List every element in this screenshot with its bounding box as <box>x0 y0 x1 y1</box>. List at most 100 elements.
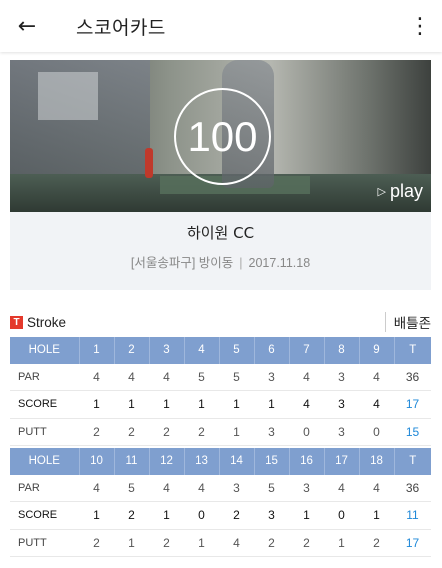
total-cell: 15 <box>394 418 431 446</box>
total-cell: 17 <box>394 390 431 419</box>
hole-cell: 4 <box>149 474 184 502</box>
hole-cell: 3 <box>219 474 254 502</box>
hole-cell: 0 <box>289 418 324 446</box>
row-label: PAR <box>10 474 79 502</box>
hole-cell: 4 <box>324 474 359 502</box>
course-name: 하이원 CC <box>186 224 255 242</box>
hole-cell: 2 <box>149 418 184 446</box>
par-row: PAR 4 4 4 5 5 3 4 3 4 36 <box>10 363 431 391</box>
hole-cell: 2 <box>289 529 324 557</box>
hole-cell: 0 <box>184 501 219 530</box>
hole-cell: 1 <box>184 390 219 419</box>
separator: | <box>239 256 243 270</box>
row-label: PAR <box>10 363 79 391</box>
hole-cell: 3 <box>289 474 324 502</box>
hole-cell: 1 <box>78 337 114 364</box>
hole-cell: 4 <box>149 363 184 391</box>
hole-cell: 4 <box>219 529 254 557</box>
hole-cell: 2 <box>184 418 219 446</box>
hole-cell: 4 <box>359 390 394 419</box>
score-row: SCORE 1 1 1 1 1 1 4 3 4 17 <box>10 390 431 419</box>
hole-cell: 1 <box>149 390 184 419</box>
row-label: HOLE <box>10 448 79 475</box>
hole-cell: 3 <box>324 390 359 419</box>
hole-cell: 2 <box>79 418 114 446</box>
hole-cell: 1 <box>149 501 184 530</box>
battle-zone-button[interactable]: 배틀존 <box>384 312 431 332</box>
hole-cell: 2 <box>254 529 289 557</box>
total-score-circle: 100 <box>174 88 271 185</box>
app-bar: ← 스코어카드 ⋮ <box>0 0 442 52</box>
total-cell: T <box>393 448 431 475</box>
hole-cell: 4 <box>79 363 114 391</box>
hole-cell: 1 <box>219 390 254 419</box>
hole-cell: 2 <box>149 529 184 557</box>
hole-cell: 2 <box>219 501 254 530</box>
hole-cell: 5 <box>218 337 254 364</box>
total-cell: T <box>393 337 431 364</box>
play-button[interactable]: ▷ play <box>378 181 424 202</box>
hole-cell: 16 <box>288 448 324 475</box>
hole-cell: 3 <box>324 418 359 446</box>
hole-cell: 5 <box>184 363 219 391</box>
hole-cell: 3 <box>254 363 289 391</box>
row-label: SCORE <box>10 390 79 419</box>
hole-header-row: HOLE 10 11 12 13 14 15 16 17 18 T <box>10 448 431 475</box>
scorecard-front-nine: HOLE 1 2 3 4 5 6 7 8 9 T PAR 4 4 4 5 5 3 4 3 4 36 SCORE 1 1 1 1 1… <box>10 337 431 446</box>
hole-cell: 4 <box>114 363 149 391</box>
hole-cell: 8 <box>323 337 359 364</box>
hole-cell: 2 <box>113 337 149 364</box>
hole-cell: 3 <box>254 501 289 530</box>
hole-cell: 5 <box>114 474 149 502</box>
hole-cell: 6 <box>253 337 289 364</box>
hole-cell: 0 <box>324 501 359 530</box>
row-label: PUTT <box>10 418 79 446</box>
hole-cell: 1 <box>289 501 324 530</box>
hole-cell: 3 <box>324 363 359 391</box>
hole-cell: 0 <box>359 418 394 446</box>
hole-cell: 18 <box>358 448 394 475</box>
score-mode-row: T Stroke 배틀존 <box>10 312 431 332</box>
play-icon: ▷ <box>377 186 386 198</box>
hole-cell: 15 <box>253 448 289 475</box>
putt-row: PUTT 2 1 2 1 4 2 2 1 2 17 <box>10 529 431 557</box>
putt-row: PUTT 2 2 2 2 1 3 0 3 0 15 <box>10 418 431 446</box>
course-region: [서울송파구] 방이동 <box>130 256 234 270</box>
more-options-icon[interactable]: ⋮ <box>398 14 442 39</box>
video-background <box>38 72 98 120</box>
hole-cell: 17 <box>323 448 359 475</box>
hole-cell: 4 <box>79 474 114 502</box>
hole-cell: 1 <box>219 418 254 446</box>
hole-cell: 2 <box>114 418 149 446</box>
hole-cell: 3 <box>148 337 184 364</box>
hole-cell: 4 <box>359 474 394 502</box>
round-date: 2017.11.18 <box>248 256 311 270</box>
swing-video-thumbnail[interactable]: 100 ▷ play <box>10 60 431 212</box>
hole-cell: 9 <box>358 337 394 364</box>
scorecard-back-nine: HOLE 10 11 12 13 14 15 16 17 18 T PAR 4 5 4 4 3 5 3 4 4 36 S… <box>10 448 431 557</box>
hole-cell: 1 <box>79 501 114 530</box>
hole-header-row: HOLE 1 2 3 4 5 6 7 8 9 T <box>10 337 431 364</box>
hole-cell: 14 <box>218 448 254 475</box>
total-cell: 17 <box>394 529 431 557</box>
row-label: SCORE <box>10 501 79 530</box>
hole-cell: 4 <box>183 337 219 364</box>
hole-cell: 3 <box>254 418 289 446</box>
round-summary-card: 100 ▷ play 하이원 CC [서울송파구] 방이동 | 2017.11.18 <box>10 60 431 290</box>
hole-cell: 10 <box>78 448 114 475</box>
hole-cell: 11 <box>113 448 149 475</box>
page-title: 스코어카드 <box>76 16 166 39</box>
course-location-date: [서울송파구] 방이동 | 2017.11.18 <box>10 252 431 271</box>
back-arrow-icon[interactable]: ← <box>0 14 54 39</box>
hole-cell: 5 <box>254 474 289 502</box>
hole-cell: 4 <box>359 363 394 391</box>
total-cell: 36 <box>394 363 431 391</box>
hole-cell: 13 <box>183 448 219 475</box>
total-cell: 11 <box>394 501 431 530</box>
total-score: 100 <box>187 112 258 160</box>
row-label: HOLE <box>10 337 79 364</box>
hole-cell: 2 <box>79 529 114 557</box>
hole-cell: 1 <box>114 390 149 419</box>
hole-cell: 1 <box>79 390 114 419</box>
video-background <box>145 148 153 178</box>
